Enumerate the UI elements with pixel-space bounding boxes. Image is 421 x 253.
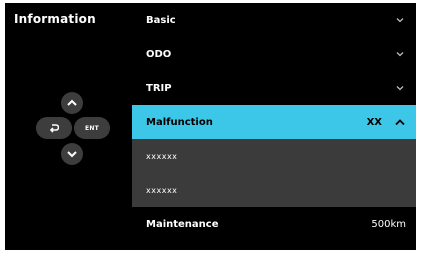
malfunction-value: XX bbox=[366, 116, 382, 128]
chevron-up-icon bbox=[67, 99, 77, 106]
display-screen: Information ENT Basic ODO TRIP Malfuncti… bbox=[5, 3, 416, 250]
menu-item-basic[interactable]: Basic bbox=[132, 3, 416, 37]
submenu-item[interactable]: xxxxxx bbox=[132, 139, 416, 173]
chevron-up-icon bbox=[394, 116, 406, 128]
chevron-down-icon bbox=[394, 14, 406, 26]
down-button[interactable] bbox=[61, 143, 83, 165]
submenu-item[interactable]: xxxxxx bbox=[132, 173, 416, 207]
menu-item-label: Malfunction bbox=[146, 116, 213, 128]
submenu-item-label: xxxxxx bbox=[146, 151, 178, 161]
menu-item-label: ODO bbox=[146, 48, 172, 60]
chevron-down-icon bbox=[394, 48, 406, 60]
enter-button[interactable]: ENT bbox=[74, 117, 110, 139]
menu-item-malfunction[interactable]: Malfunction XX bbox=[132, 105, 416, 139]
back-arrow-icon bbox=[49, 124, 59, 133]
menu-item-maintenance[interactable]: Maintenance 500km bbox=[132, 207, 416, 241]
menu-item-odo[interactable]: ODO bbox=[132, 37, 416, 71]
menu-item-label: Maintenance bbox=[146, 218, 219, 230]
menu-item-trip[interactable]: TRIP bbox=[132, 71, 416, 105]
menu-item-label: Basic bbox=[146, 14, 176, 26]
info-menu: Basic ODO TRIP Malfunction XX xxxxxx xxx… bbox=[132, 3, 416, 241]
menu-item-label: TRIP bbox=[146, 82, 172, 94]
chevron-down-icon bbox=[394, 82, 406, 94]
back-button[interactable] bbox=[36, 117, 72, 139]
page-title: Information bbox=[14, 12, 96, 26]
maintenance-value: 500km bbox=[371, 218, 406, 230]
submenu-item-label: xxxxxx bbox=[146, 185, 178, 195]
up-button[interactable] bbox=[61, 92, 83, 114]
chevron-down-icon bbox=[67, 151, 77, 158]
